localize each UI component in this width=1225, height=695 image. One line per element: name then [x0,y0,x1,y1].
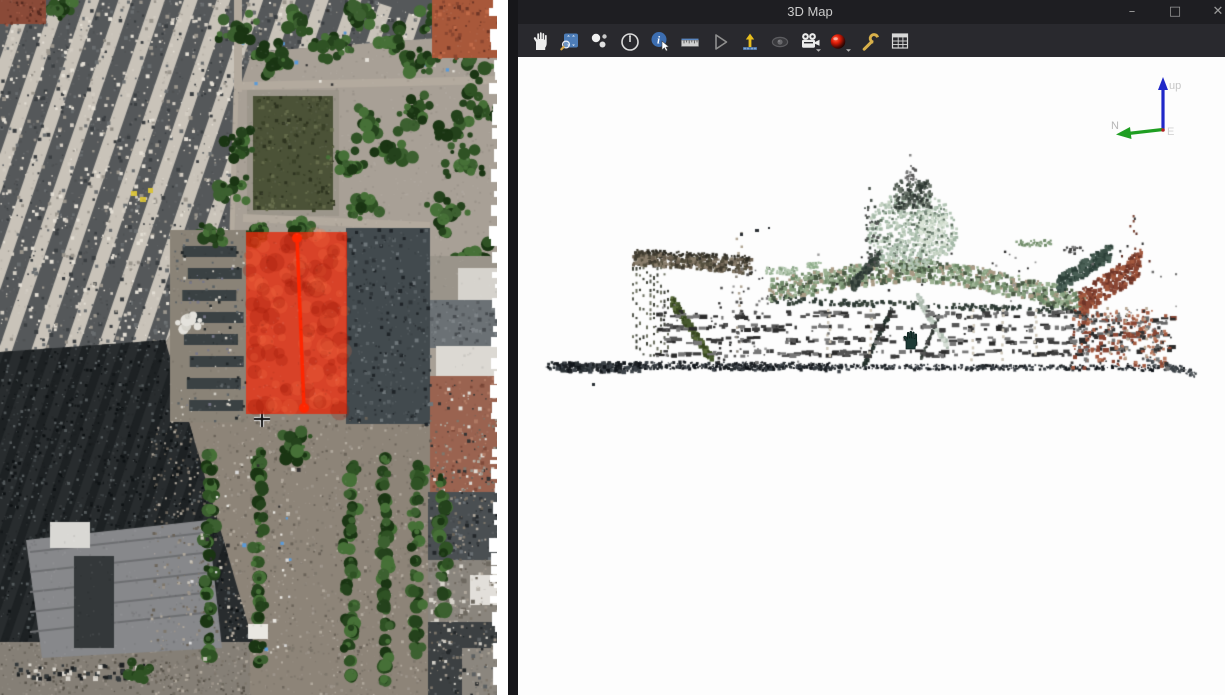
render-sphere-button[interactable] [828,28,852,54]
play-icon [709,30,731,52]
measure-button[interactable] [678,28,702,54]
screen: 3D Map – □ ✕ [0,0,1225,695]
axis-up-arrowhead [1158,77,1168,90]
zoom-selection-icon [559,30,581,52]
red-sphere-icon [828,30,852,52]
viewport-3d[interactable]: up N E [518,57,1225,695]
point-cloud [518,57,1225,695]
settings-button[interactable] [858,28,882,54]
dropdown-caret-icon [816,49,821,52]
raise-elevation-button[interactable] [738,28,762,54]
identify-button[interactable]: i [648,28,672,54]
table-icon [889,30,911,52]
maximize-button[interactable]: □ [1166,0,1184,24]
up-arrow-icon [739,30,761,52]
identify-info-icon: i [649,30,671,52]
panel-gap [497,0,508,695]
aerial-map-panel[interactable] [0,0,497,695]
axis-origin-dot [1161,128,1165,132]
axis-gizmo: up N E [1103,71,1195,149]
dropdown-caret-icon [846,49,851,52]
point-size-button[interactable] [588,28,612,54]
visibility-button[interactable] [768,28,792,54]
eye-icon [769,30,791,52]
attribute-table-button[interactable] [888,28,912,54]
axis-east-label: E [1167,126,1174,138]
toolbar: i [518,24,1225,57]
orbit-dial-icon [619,30,641,52]
play-button[interactable] [708,28,732,54]
titlebar[interactable]: 3D Map – □ ✕ [518,0,1225,24]
window-title: 3D Map [787,4,833,19]
ruler-icon [679,30,701,52]
minimize-button[interactable]: – [1123,0,1141,24]
axis-north-label: N [1111,120,1119,132]
video-camera-icon [798,30,822,52]
wrench-icon [859,30,881,52]
aerial-orthophoto [0,0,497,695]
orbit-button[interactable] [618,28,642,54]
hand-cursor-icon [899,328,921,352]
map-3d-window: 3D Map – □ ✕ [508,0,1225,695]
camera-views-button[interactable] [798,28,822,54]
points-icon [589,30,611,52]
pan-tool-button[interactable] [528,28,552,54]
axis-up-label: up [1169,80,1181,92]
close-button[interactable]: ✕ [1209,0,1225,24]
window-controls: – □ ✕ [1123,0,1225,24]
zoom-to-selection-button[interactable] [558,28,582,54]
pan-hand-icon [529,30,551,52]
